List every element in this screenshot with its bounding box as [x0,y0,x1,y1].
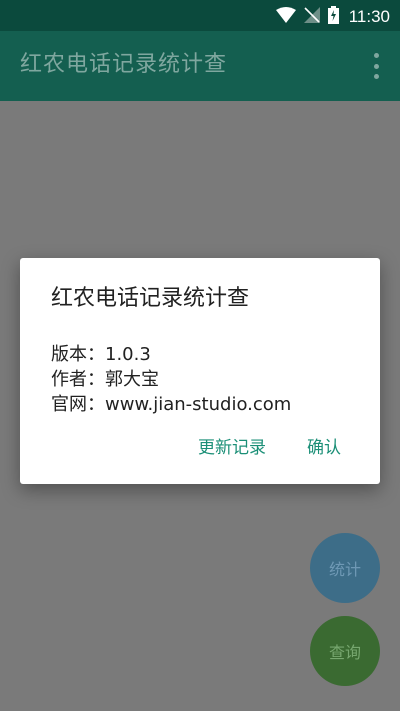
about-dialog: 红农电话记录统计查 版本：1.0.3 作者：郭大宝 官网：www.jian-st… [20,258,380,484]
more-vert-icon[interactable] [370,53,382,79]
dialog-title: 红农电话记录统计查 [51,286,250,311]
status-time: 11:30 [348,7,390,26]
status-bar: 11:30 [0,0,400,31]
menu-dot [373,74,379,79]
website-text: 官网：www.jian-studio.com [51,394,292,415]
battery-charging-icon [327,6,339,28]
confirm-button[interactable]: 确认 [307,436,341,460]
status-icons: 11:30 [275,6,390,28]
query-button[interactable]: 查询 [310,616,380,686]
stats-button[interactable]: 统计 [310,533,380,603]
wifi-icon [275,7,296,27]
version-text: 版本：1.0.3 [51,344,151,365]
menu-dot [373,53,379,58]
signal-off-icon [303,7,320,27]
app-bar: 红农电话记录统计查 [0,31,400,101]
author-text: 作者：郭大宝 [51,369,159,390]
update-log-button[interactable]: 更新记录 [198,436,266,460]
dialog-info: 版本：1.0.3 作者：郭大宝 官网：www.jian-studio.com [51,342,291,417]
app-title: 红农电话记录统计查 [20,52,228,77]
menu-dot [373,63,379,69]
